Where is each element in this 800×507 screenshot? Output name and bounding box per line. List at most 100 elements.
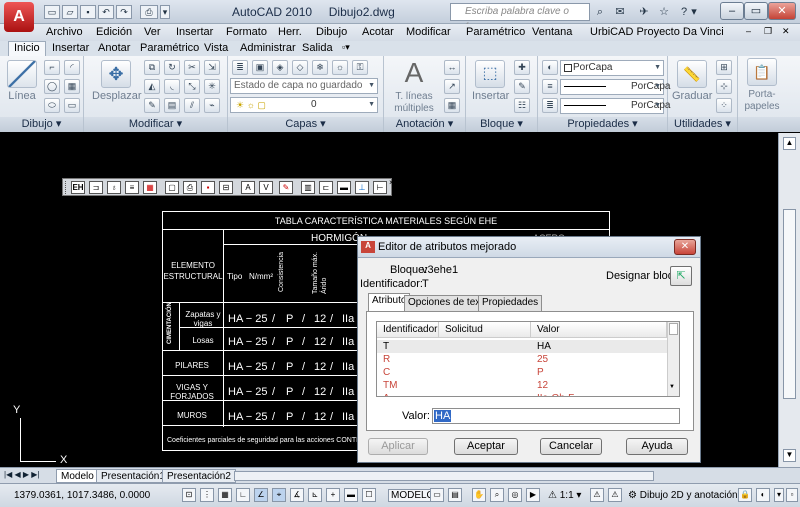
hatch-icon[interactable]: ▦ [64,79,80,94]
dialog-close-button[interactable]: ✕ [674,239,696,255]
ellipse-icon[interactable]: ⬭ [44,98,60,113]
menu-edicion[interactable]: Edición [96,26,132,38]
grid-row[interactable]: TM 12 [377,379,667,392]
ducs-icon[interactable]: ⊾ [308,488,322,502]
linetype-combo[interactable]: PorCapa [560,79,670,95]
redo-icon[interactable]: ↷ [116,5,132,19]
grid-header-valor[interactable]: Valor [531,322,667,338]
ok-button[interactable]: Aceptar [454,438,518,455]
tool-icon-10[interactable]: A [241,181,255,194]
minimize-button[interactable]: – [720,2,744,20]
edit-block-icon[interactable]: ✎ [514,79,530,94]
tab-vista[interactable]: Vista [204,42,228,54]
application-menu-button[interactable]: A [4,2,34,32]
tool-icon-2[interactable]: ⊐ [89,181,103,194]
menu-parametrico[interactable]: Paramétrico [466,26,525,38]
lock-icon[interactable]: 🔒 [738,488,752,502]
layer-iso-icon[interactable]: ◈ [272,60,288,75]
quick-properties-icon[interactable]: ☐ [362,488,376,502]
select-block-button[interactable]: ⇱ [670,266,692,286]
grid-scroll-down-icon[interactable]: ▼ [669,384,675,390]
status-menu-icon[interactable]: ▾ [774,488,784,502]
polar-icon[interactable]: ∠ [254,488,268,502]
create-block-icon[interactable]: ✚ [514,60,530,75]
clipboard-button[interactable]: 📋 Porta-papeles [742,58,782,112]
grid-row[interactable]: A IIa-Qb-F [377,392,667,396]
grid-header-identificador[interactable]: Identificador [377,322,439,338]
edit-attributes-icon[interactable]: ☷ [514,98,530,113]
menu-acotar[interactable]: Acotar [362,26,394,38]
offset-icon[interactable]: ⫽ [184,98,200,113]
menu-ventana[interactable]: Ventana [532,26,572,38]
tab-parametrico[interactable]: Paramétrico [140,42,199,54]
toolbar-close-icon[interactable]: × [389,178,394,187]
dialog-title-bar[interactable]: A Editor de atributos mejorado ✕ [358,237,700,258]
tool-icon-9[interactable]: ⊟ [219,181,233,194]
favorites-icon[interactable]: ☆ [656,4,672,20]
mtext-button[interactable]: A T. líneas múltiples [390,58,438,115]
subscription-icon[interactable]: ✉ [612,4,628,20]
erase-icon[interactable]: ✎ [144,98,160,113]
line-button[interactable]: Línea [6,60,38,102]
layer-lock-icon[interactable]: ⚿ [352,60,368,75]
move-button[interactable]: ✥ Desplazar [92,60,142,102]
osnap-icon[interactable]: ⌖ [272,488,286,502]
apply-button[interactable]: Aplicar [368,438,428,455]
tool-icon-3[interactable]: ♁ [107,181,121,194]
print-icon[interactable]: ⎙ [140,5,158,19]
doc-close-icon[interactable]: ✕ [782,26,790,37]
tab-salida[interactable]: Salida [302,42,333,54]
maximize-button[interactable]: ▭ [744,2,768,20]
scroll-up-icon[interactable]: ▲ [783,137,796,150]
zoom-icon[interactable]: ⌕ [490,488,504,502]
tab-propiedades[interactable]: Propiedades [478,295,543,311]
panel-title-dibujo[interactable]: Dibujo ▾ [0,117,83,132]
grid-icon[interactable]: ▦ [218,488,232,502]
menu-urbicad[interactable]: UrbiCAD Proyecto Da Vinci [590,26,724,38]
quick-select-icon[interactable]: ⊹ [716,79,732,94]
trim-icon[interactable]: ✂ [184,60,200,75]
menu-herr[interactable]: Herr. [278,26,302,38]
rectangle-icon[interactable]: ▭ [64,98,80,113]
panel-title-propiedades[interactable]: Propiedades ▾ [538,117,667,132]
panel-title-anotacion[interactable]: Anotación ▾ [384,117,465,132]
toolbar-grip[interactable] [65,181,68,194]
annotation-visibility-icon[interactable]: ⚠ [590,488,604,502]
valor-input[interactable]: HA [432,408,680,424]
snap-icon[interactable]: ⋮ [200,488,214,502]
array-icon[interactable]: ▤ [164,98,180,113]
close-button[interactable]: ✕ [768,2,796,20]
panel-title-bloque[interactable]: Bloque ▾ [466,117,537,132]
layer-off-icon[interactable]: ☼ [332,60,348,75]
menu-formato[interactable]: Formato [226,26,267,38]
tab-anotar[interactable]: Anotar [98,42,130,54]
auto-scale-icon[interactable]: ⚠ [608,488,622,502]
menu-insertar[interactable]: Insertar [176,26,213,38]
grid-row[interactable]: CP [377,366,667,379]
grid-header-solicitud[interactable]: Solicitud [439,322,531,338]
search-icon[interactable]: ⌕ [592,4,608,20]
explode-icon[interactable]: ✳ [204,79,220,94]
tool-icon-8[interactable]: ▪ [201,181,215,194]
cancel-button[interactable]: Cancelar [540,438,602,455]
layout-tab-presentacion2[interactable]: Presentación2 [162,469,236,483]
menu-modificar[interactable]: Modificar [406,26,451,38]
ribbon-minimize-icon[interactable]: ▫▾ [342,42,350,53]
dyn-icon[interactable]: + [326,488,340,502]
quick-view-drawings-icon[interactable]: ▤ [448,488,462,502]
search-input[interactable]: Escriba palabra clave o frase [450,3,590,33]
pan-icon[interactable]: ✋ [472,488,486,502]
stretch-icon[interactable]: ⇲ [204,60,220,75]
layer-states-icon[interactable]: ▣ [252,60,268,75]
tab-administrar[interactable]: Administrar [240,42,296,54]
grid-scroll-thumb[interactable] [669,323,678,335]
showmotion-icon[interactable]: ▶ [526,488,540,502]
table-icon[interactable]: ▦ [444,98,460,113]
mirror-icon[interactable]: ◭ [144,79,160,94]
layer-properties-icon[interactable]: ≣ [232,60,248,75]
ortho-icon[interactable]: ∟ [236,488,250,502]
attribute-grid[interactable]: Identificador Solicitud Valor T HA R 25 C P TM… [376,321,680,397]
new-icon[interactable]: ▭ [44,5,60,19]
point-style-icon[interactable]: ⁘ [716,98,732,113]
layout-tab-presentacion1[interactable]: Presentación1 [96,469,170,483]
